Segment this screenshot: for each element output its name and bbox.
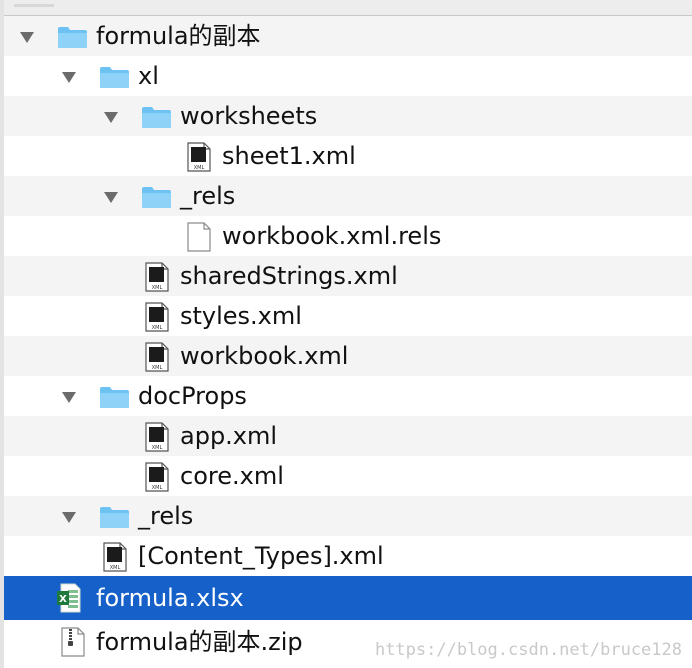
tree-item-label: sheet1.xml xyxy=(222,142,356,170)
svg-text:X: X xyxy=(59,594,67,605)
tree-row-formula-copy-folder[interactable]: formula的副本 xyxy=(4,16,692,56)
watermark-text: https://blog.csdn.net/bruce128 xyxy=(374,640,682,660)
tree-item-label: worksheets xyxy=(180,102,318,130)
disclosure-triangle-icon[interactable] xyxy=(104,192,118,203)
excel-file-icon: X xyxy=(57,583,81,613)
tree-item-label: xl xyxy=(138,62,159,90)
tree-row-xl-rels-folder[interactable]: _rels xyxy=(4,176,692,216)
disclosure-triangle-icon[interactable] xyxy=(20,32,34,43)
folder-icon xyxy=(142,107,171,128)
tree-item-label: docProps xyxy=(138,382,247,410)
tree-item-label: [Content_Types].xml xyxy=(138,542,384,570)
tree-row-worksheets-folder[interactable]: worksheets xyxy=(4,96,692,136)
svg-text:XML: XML xyxy=(194,165,205,171)
tree-row-workbook-xml[interactable]: XML workbook.xml xyxy=(4,336,692,376)
disclosure-triangle-icon[interactable] xyxy=(62,512,76,523)
folder-icon xyxy=(142,187,171,208)
folder-icon xyxy=(100,507,129,528)
file-tree: formula的副本 xl worksheets XML sheet1.xml xyxy=(4,16,692,664)
tree-row-sharedstrings-xml[interactable]: XML sharedStrings.xml xyxy=(4,256,692,296)
header-grip xyxy=(14,4,54,7)
tree-row-xl-folder[interactable]: xl xyxy=(4,56,692,96)
disclosure-triangle-icon[interactable] xyxy=(62,392,76,403)
xml-file-icon: XML xyxy=(145,422,169,452)
disclosure-triangle-icon[interactable] xyxy=(104,112,118,123)
tree-item-label: core.xml xyxy=(180,462,284,490)
tree-row-styles-xml[interactable]: XML styles.xml xyxy=(4,296,692,336)
svg-text:XML: XML xyxy=(110,565,121,571)
svg-text:XML: XML xyxy=(152,445,163,451)
svg-text:XML: XML xyxy=(152,325,163,331)
tree-item-label: _rels xyxy=(138,502,194,530)
tree-row-root-rels-folder[interactable]: _rels xyxy=(4,496,692,536)
svg-text:XML: XML xyxy=(152,485,163,491)
tree-item-label: workbook.xml xyxy=(180,342,349,370)
folder-icon xyxy=(100,67,129,88)
xml-file-icon: XML xyxy=(187,142,211,172)
xml-file-icon: XML xyxy=(145,342,169,372)
svg-text:XML: XML xyxy=(152,365,163,371)
disclosure-triangle-icon[interactable] xyxy=(62,72,76,83)
blank-file-icon xyxy=(187,222,211,252)
folder-icon xyxy=(58,27,87,48)
zip-file-icon xyxy=(61,627,85,657)
header-strip xyxy=(4,0,692,16)
tree-row-sheet1-xml[interactable]: XML sheet1.xml xyxy=(4,136,692,176)
tree-row-workbook-xml-rels[interactable]: workbook.xml.rels xyxy=(4,216,692,256)
xml-file-icon: XML xyxy=(103,542,127,572)
xml-file-icon: XML xyxy=(145,262,169,292)
tree-row-core-xml[interactable]: XML core.xml xyxy=(4,456,692,496)
tree-row-app-xml[interactable]: XML app.xml xyxy=(4,416,692,456)
folder-icon xyxy=(100,387,129,408)
tree-item-label: formula的副本 xyxy=(96,22,261,50)
tree-item-label: formula的副本.zip xyxy=(96,628,303,656)
tree-item-label: sharedStrings.xml xyxy=(180,262,398,290)
tree-row-content-types-xml[interactable]: XML [Content_Types].xml xyxy=(4,536,692,576)
tree-item-label: workbook.xml.rels xyxy=(222,222,442,250)
xml-file-icon: XML xyxy=(145,302,169,332)
svg-text:XML: XML xyxy=(152,285,163,291)
tree-row-docprops-folder[interactable]: docProps xyxy=(4,376,692,416)
tree-item-label: _rels xyxy=(180,182,236,210)
xml-file-icon: XML xyxy=(145,462,169,492)
tree-item-label: styles.xml xyxy=(180,302,302,330)
tree-row-formula-xlsx[interactable]: X formula.xlsx xyxy=(4,576,692,620)
tree-item-label: formula.xlsx xyxy=(96,584,244,612)
tree-item-label: app.xml xyxy=(180,422,278,450)
